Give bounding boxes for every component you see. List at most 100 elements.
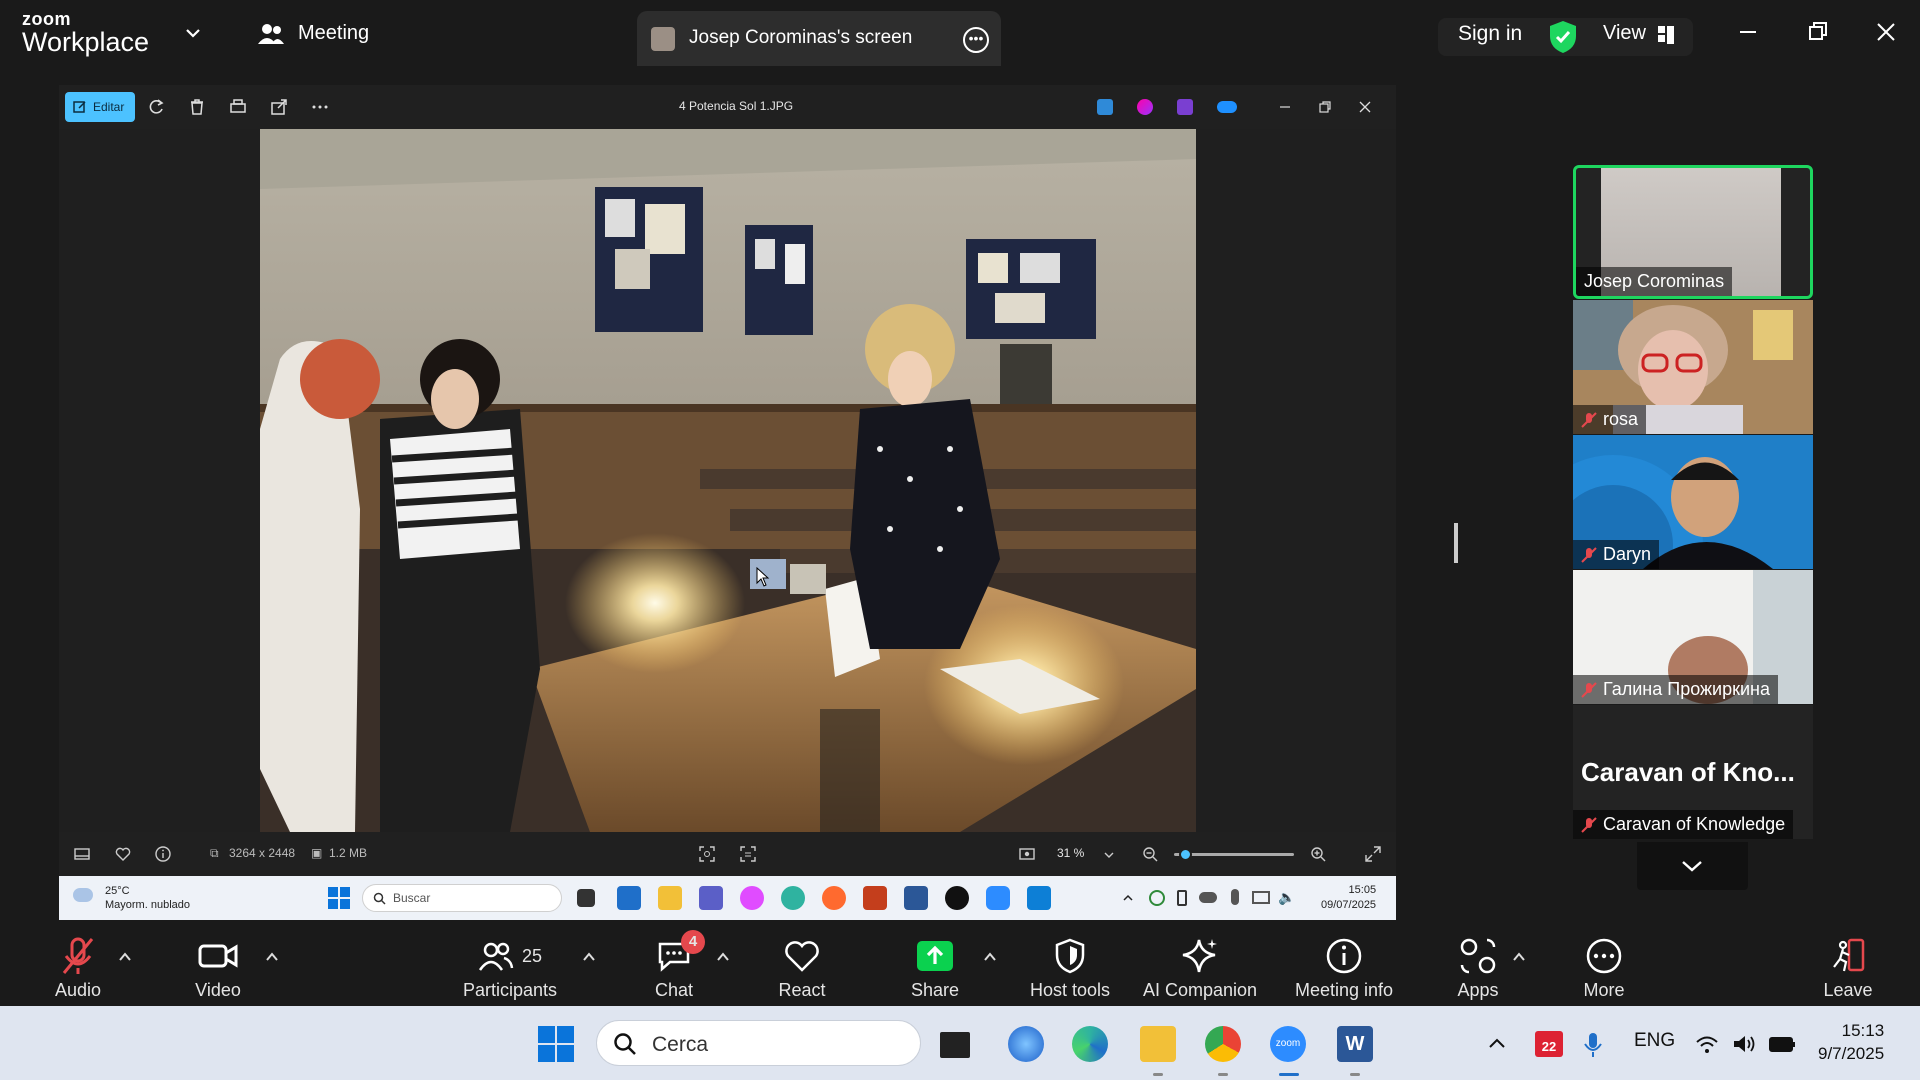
taskbar-clock[interactable]: 15:13 9/7/2025 [1818, 1019, 1884, 1065]
system-app-icon[interactable] [1008, 1026, 1044, 1062]
media-player-icon[interactable] [945, 886, 969, 910]
copilot-icon[interactable] [1137, 99, 1153, 115]
delete-icon[interactable] [187, 97, 207, 117]
ai-companion-button[interactable]: AI Companion [1140, 936, 1260, 1001]
chevron-up-icon[interactable] [582, 950, 596, 964]
edge-browser-icon[interactable] [1072, 1026, 1108, 1062]
participant-tile-josep[interactable]: Josep Corominas [1573, 165, 1813, 299]
meeting-tab[interactable]: Meeting [258, 22, 369, 45]
zoom-level[interactable]: 31 % [1057, 846, 1084, 860]
participant-tile-daryn[interactable]: Daryn [1573, 435, 1813, 569]
word-icon[interactable]: W [1337, 1026, 1373, 1062]
screen-share-tab[interactable]: Josep Corominas's screen ••• [637, 11, 1001, 66]
chevron-up-icon[interactable] [118, 950, 132, 964]
close-icon[interactable] [1355, 97, 1375, 117]
more-options-icon[interactable]: ••• [963, 27, 989, 53]
speaker-icon[interactable] [1732, 1034, 1756, 1054]
edit-button[interactable]: Editar [65, 92, 135, 122]
close-icon[interactable] [1868, 14, 1904, 50]
powerpoint-icon[interactable] [863, 886, 887, 910]
chevron-down-icon[interactable] [1103, 849, 1115, 861]
participant-tile-caravan[interactable]: Caravan of Kno... Caravan of Knowledge [1573, 705, 1813, 839]
windows-start-icon[interactable] [538, 1026, 574, 1062]
video-button[interactable]: Video [190, 936, 246, 1001]
face-detection-icon[interactable] [698, 845, 716, 863]
minimize-icon[interactable] [1275, 97, 1295, 117]
view-button[interactable]: View [1603, 22, 1646, 45]
panel-resize-handle[interactable] [1454, 523, 1458, 563]
task-view-icon[interactable] [577, 889, 595, 907]
photos-app-icon[interactable] [1027, 886, 1051, 910]
firefox-icon[interactable] [822, 886, 846, 910]
battery-icon[interactable] [1768, 1034, 1796, 1054]
designer-app-icon[interactable] [1097, 99, 1113, 115]
file-explorer-icon[interactable] [1140, 1026, 1176, 1062]
teams-icon[interactable] [699, 886, 723, 910]
more-button[interactable]: More [1576, 936, 1632, 1001]
task-view-icon[interactable] [940, 1032, 970, 1058]
audio-button[interactable]: Audio [50, 936, 106, 1001]
onedrive-icon[interactable] [1199, 892, 1217, 903]
more-horizontal-icon[interactable] [310, 97, 330, 117]
react-button[interactable]: React [772, 936, 832, 1001]
display-icon[interactable] [1252, 891, 1270, 904]
filmstrip-icon[interactable] [73, 845, 91, 863]
zoom-out-icon[interactable] [1141, 845, 1159, 863]
favorite-heart-icon[interactable] [114, 845, 132, 863]
copilot-icon[interactable] [740, 886, 764, 910]
fullscreen-icon[interactable] [1364, 845, 1382, 863]
microphone-icon[interactable] [1231, 889, 1239, 905]
microphone-icon[interactable] [1584, 1032, 1602, 1058]
chrome-browser-icon[interactable] [1205, 1026, 1241, 1062]
security-shield-icon[interactable] [1548, 20, 1578, 54]
chevron-down-icon[interactable] [184, 24, 202, 42]
chevron-up-icon[interactable] [983, 950, 997, 964]
taskbar-search-box[interactable]: Cerca [596, 1020, 921, 1066]
chevron-up-icon[interactable] [1122, 892, 1134, 904]
participant-tile-rosa[interactable]: rosa [1573, 300, 1813, 434]
participants-button[interactable]: 25 Participants [458, 936, 562, 1001]
windows-start-icon[interactable] [328, 887, 350, 909]
chevron-up-icon[interactable] [265, 950, 279, 964]
chevron-up-icon[interactable] [1512, 950, 1526, 964]
chevron-up-icon[interactable] [1488, 1036, 1506, 1050]
restore-icon[interactable] [1800, 14, 1836, 50]
shared-taskbar-clock[interactable]: 15:05 09/07/2025 [1321, 883, 1376, 913]
word-icon[interactable] [904, 886, 928, 910]
view-grid-icon[interactable] [1658, 26, 1676, 44]
zoom-app-icon[interactable]: zoom [1270, 1026, 1306, 1062]
edge-browser-icon[interactable] [781, 886, 805, 910]
zoom-slider-knob[interactable] [1179, 848, 1193, 861]
meeting-info-button[interactable]: Meeting info [1288, 936, 1400, 1001]
onedrive-icon[interactable] [1217, 101, 1237, 113]
print-icon[interactable] [228, 97, 248, 117]
sync-icon[interactable] [1149, 890, 1165, 906]
restore-icon[interactable] [1315, 97, 1335, 117]
share-button[interactable]: Share [905, 936, 965, 1001]
wifi-icon[interactable] [1695, 1036, 1719, 1054]
fit-to-window-icon[interactable] [1018, 845, 1036, 863]
calendar-badge[interactable]: 22 [1535, 1031, 1563, 1057]
gallery-scroll-down-button[interactable] [1637, 842, 1748, 890]
input-language-indicator[interactable]: ENG [1634, 1030, 1675, 1052]
text-scan-icon[interactable] [739, 845, 757, 863]
minimize-icon[interactable] [1730, 14, 1766, 50]
weather-widget[interactable]: 25°C Mayorm. nublado [105, 884, 190, 912]
zoom-app-icon[interactable] [986, 886, 1010, 910]
taskbar-search-box[interactable]: Buscar [362, 884, 562, 912]
info-icon[interactable] [154, 845, 172, 863]
file-explorer-icon[interactable] [658, 886, 682, 910]
speaker-icon[interactable]: 🔈 [1278, 889, 1295, 906]
rotate-icon[interactable] [147, 97, 167, 117]
usb-icon[interactable] [1177, 890, 1187, 906]
share-icon[interactable] [269, 97, 289, 117]
store-app-icon[interactable] [617, 886, 641, 910]
leave-button[interactable]: Leave [1820, 936, 1876, 1001]
clipchamp-icon[interactable] [1177, 99, 1193, 115]
zoom-slider[interactable] [1174, 848, 1294, 861]
zoom-in-icon[interactable] [1309, 845, 1327, 863]
signin-button[interactable]: Sign in [1458, 22, 1522, 46]
apps-button[interactable]: Apps [1450, 936, 1506, 1001]
chat-button[interactable]: 4 Chat [646, 930, 705, 1001]
chevron-up-icon[interactable] [716, 950, 730, 964]
